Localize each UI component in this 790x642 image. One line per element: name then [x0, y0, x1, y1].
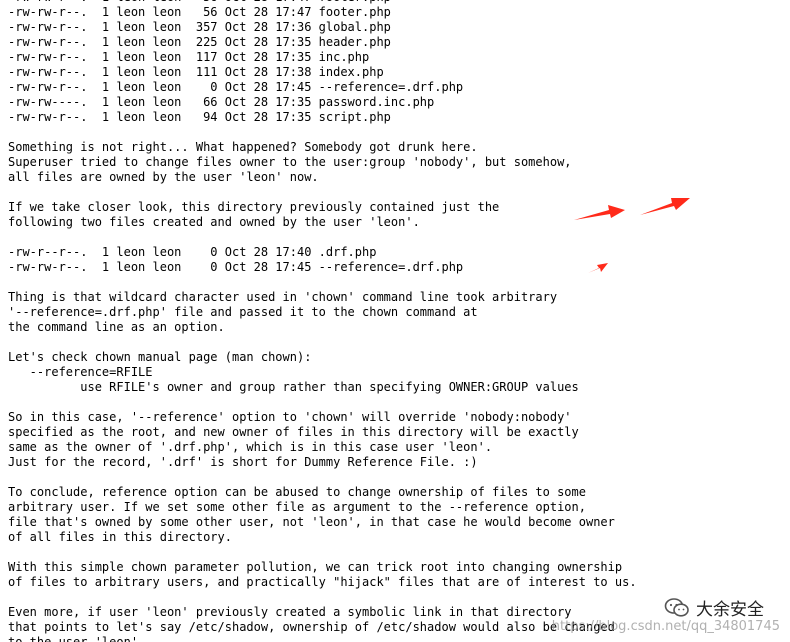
terminal-line: specified as the root, and new owner of …: [8, 425, 579, 439]
terminal-line: -rw-rw-r--. 1 leon leon 94 Oct 28 17:35 …: [8, 110, 391, 124]
terminal-line: arbitrary user. If we set some other fil…: [8, 500, 586, 514]
terminal-line: all files are owned by the user 'leon' n…: [8, 170, 319, 184]
terminal-line: -rw-r--r--. 1 leon leon 0 Oct 28 17:40 .…: [8, 245, 377, 259]
terminal-line: -rw-rw-r--. 1 leon leon 111 Oct 28 17:38…: [8, 65, 384, 79]
terminal-line: Superuser tried to change files owner to…: [8, 155, 572, 169]
terminal-line: -rw-rw-r--. 1 leon leon 117 Oct 28 17:35…: [8, 50, 370, 64]
terminal-line: Just for the record, '.drf' is short for…: [8, 455, 478, 469]
terminal-line: of all files in this directory.: [8, 530, 232, 544]
terminal-line: -rw-rw----. 1 leon leon 66 Oct 28 17:35 …: [8, 95, 435, 109]
terminal-line: to the user 'leon'.: [8, 635, 146, 642]
terminal-line: the command line as an option.: [8, 320, 225, 334]
terminal-line: --reference=RFILE: [8, 365, 153, 379]
terminal-line: same as the owner of '.drf.php', which i…: [8, 440, 493, 454]
terminal-output: -rw-rw-r--. 1 leon leon 56 Oct 28 17:47 …: [8, 0, 788, 642]
terminal-line: '--reference=.drf.php' file and passed i…: [8, 305, 478, 319]
brand-watermark-text: 大余安全: [696, 600, 764, 620]
terminal-line: of files to arbitrary users, and practic…: [8, 575, 637, 589]
terminal-line: If we take closer look, this directory p…: [8, 200, 500, 214]
terminal-line: -rw-rw-r--. 1 leon leon 357 Oct 28 17:36…: [8, 20, 391, 34]
terminal-line: following two files created and owned by…: [8, 215, 420, 229]
terminal-line: So in this case, '--reference' option to…: [8, 410, 572, 424]
terminal-line: -rw-rw-r--. 1 leon leon 56 Oct 28 17:47 …: [8, 5, 391, 19]
terminal-line: Let's check chown manual page (man chown…: [8, 350, 312, 364]
terminal-line: Something is not right... What happened?…: [8, 140, 478, 154]
terminal-line: Thing is that wildcard character used in…: [8, 290, 558, 304]
terminal-line: file that's owned by some other user, no…: [8, 515, 615, 529]
terminal-line: use RFILE's owner and group rather than …: [8, 380, 579, 394]
wechat-icon: [664, 597, 689, 617]
terminal-line: -rw-rw-r--. 1 leon leon 0 Oct 28 17:45 -…: [8, 80, 464, 94]
terminal-screenshot: -rw-rw-r--. 1 leon leon 56 Oct 28 17:47 …: [0, 0, 790, 642]
terminal-line: To conclude, reference option can be abu…: [8, 485, 586, 499]
url-watermark: https://blog.csdn.net/qq_34801745: [551, 619, 780, 634]
terminal-line: -rw-rw-r--. 1 leon leon 0 Oct 28 17:45 -…: [8, 260, 464, 274]
terminal-line: With this simple chown parameter polluti…: [8, 560, 623, 574]
terminal-line: -rw-rw-r--. 1 leon leon 225 Oct 28 17:35…: [8, 35, 391, 49]
brand-watermark: 大余安全: [664, 595, 764, 620]
